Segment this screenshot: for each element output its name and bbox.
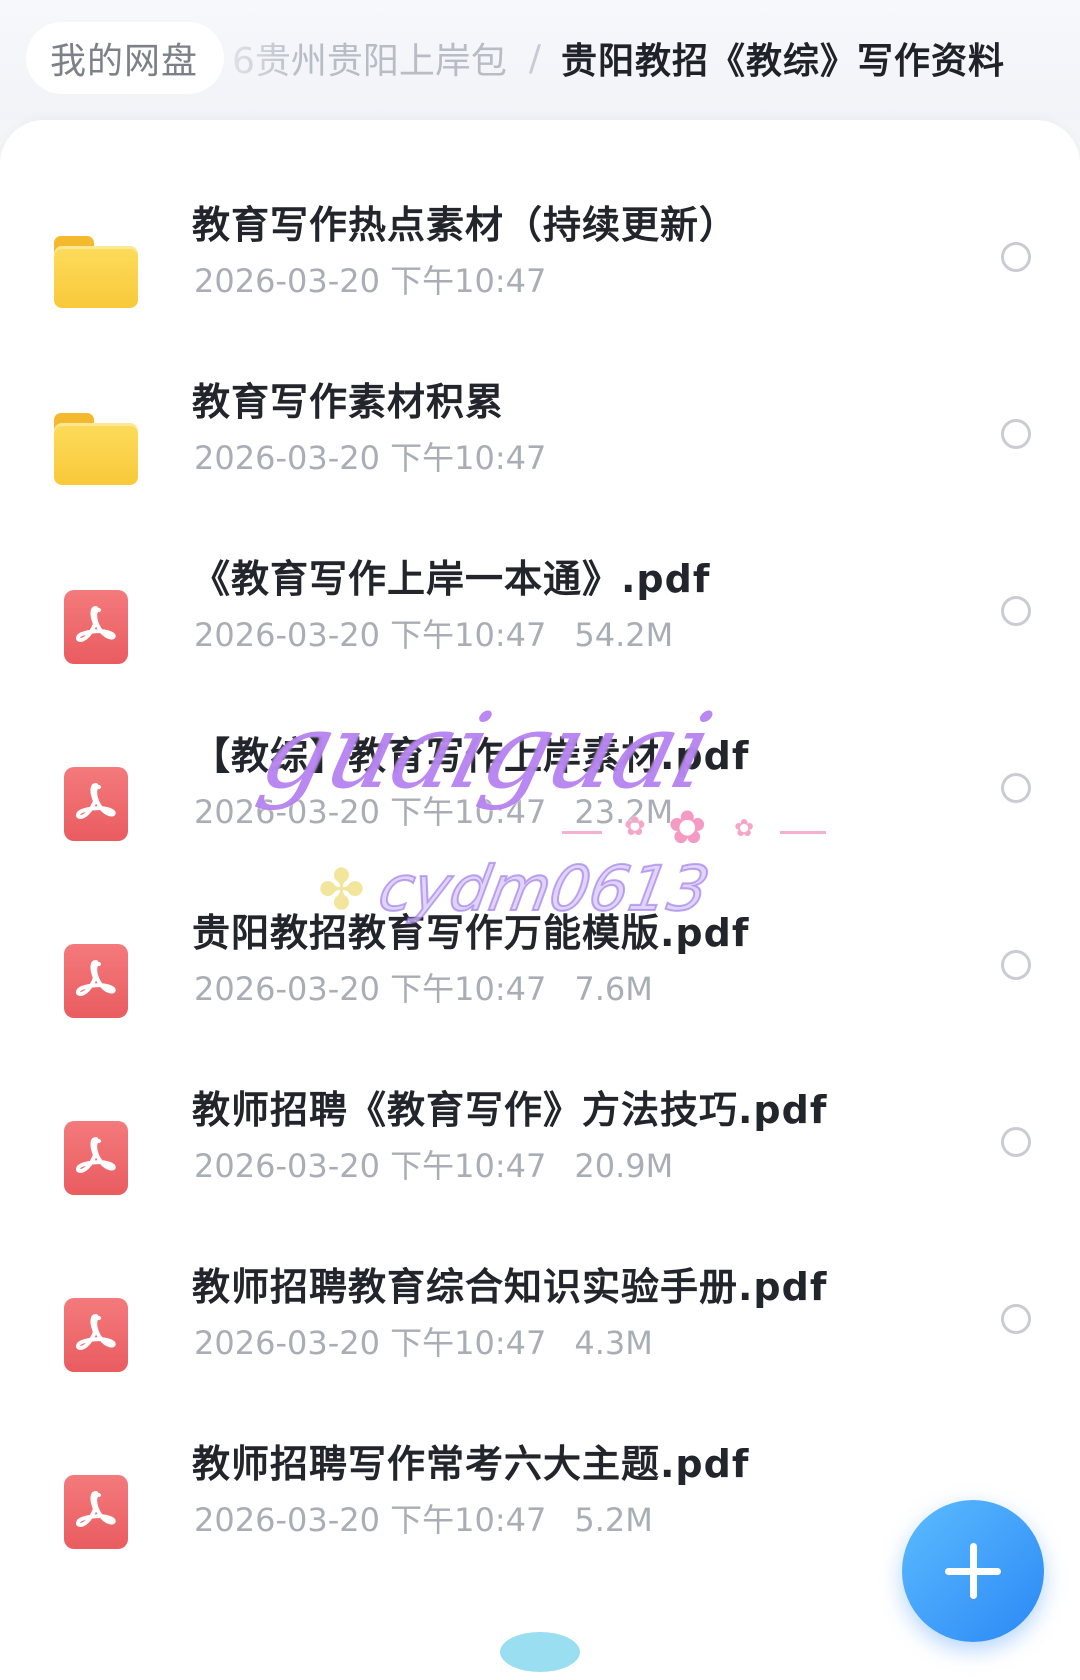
file-date: 2026-03-20 下午10:47	[194, 1501, 547, 1539]
flower-icon: ✿	[668, 800, 707, 854]
plus-icon	[969, 1543, 977, 1599]
file-name: 教育写作素材积累	[192, 380, 505, 424]
pdf-icon	[54, 584, 138, 668]
file-name: 教育写作热点素材（持续更新）	[192, 203, 739, 247]
file-date: 2026-03-20 下午10:47	[194, 1147, 547, 1185]
select-radio[interactable]	[1001, 950, 1031, 980]
flower-icon: ✿	[734, 814, 755, 842]
file-meta: 2026-03-20 下午10:47 54.2M	[194, 610, 673, 656]
select-radio[interactable]	[1001, 419, 1031, 449]
pdf-icon	[54, 1469, 138, 1553]
pdf-icon	[54, 1292, 138, 1376]
watermark-script: guaiguai	[249, 690, 722, 812]
bottom-tab-hint	[500, 1632, 580, 1672]
file-date: 2026-03-20 下午10:47	[194, 970, 547, 1008]
file-meta: 2026-03-20 下午10:47 4.3M	[194, 1318, 653, 1364]
watermark-handle: cydm0613	[373, 851, 716, 926]
file-name: 教师招聘《教育写作》方法技巧.pdf	[192, 1088, 828, 1132]
select-radio[interactable]	[1001, 1304, 1031, 1334]
file-name: 教师招聘教育综合知识实验手册.pdf	[192, 1265, 828, 1309]
breadcrumb: 我的网盘 6贵州贵阳上岸包 / 贵阳教招《教综》写作资料	[0, 0, 1080, 120]
file-row-folder[interactable]: 教育写作热点素材（持续更新） 2026-03-20 下午10:47	[0, 184, 1080, 372]
breadcrumb-separator: /	[528, 37, 542, 79]
file-meta: 2026-03-20 下午10:47 20.9M	[194, 1141, 673, 1187]
file-size: 7.6M	[574, 970, 653, 1008]
file-date: 2026-03-20 下午10:47	[194, 439, 547, 477]
file-date: 2026-03-20 下午10:47	[194, 262, 547, 300]
file-size: 20.9M	[574, 1147, 674, 1185]
clover-icon: ✤	[318, 858, 365, 923]
select-radio[interactable]	[1001, 242, 1031, 272]
folder-icon	[54, 407, 138, 491]
file-date: 2026-03-20 下午10:47	[194, 1324, 547, 1362]
file-date: 2026-03-20 下午10:47	[194, 616, 547, 654]
file-name: 《教育写作上岸一本通》.pdf	[192, 557, 711, 601]
file-row-pdf[interactable]: 教师招聘教育综合知识实验手册.pdf 2026-03-20 下午10:47 4.3…	[0, 1246, 1080, 1434]
select-radio[interactable]	[1001, 773, 1031, 803]
file-meta: 2026-03-20 下午10:47 5.2M	[194, 1495, 653, 1541]
file-meta: 2026-03-20 下午10:47	[194, 256, 546, 302]
flower-icon: ✿	[624, 812, 646, 842]
pdf-icon	[54, 1115, 138, 1199]
breadcrumb-root-my-drive[interactable]: 我的网盘	[26, 22, 225, 94]
breadcrumb-current-folder: 贵阳教招《教综》写作资料	[561, 41, 1006, 82]
file-row-folder[interactable]: 教育写作素材积累 2026-03-20 下午10:47	[0, 361, 1080, 549]
watermark-line	[780, 831, 826, 834]
breadcrumb-parent-folder[interactable]: 6贵州贵阳上岸包	[232, 32, 507, 84]
select-radio[interactable]	[1001, 596, 1031, 626]
file-size: 5.2M	[574, 1501, 653, 1539]
file-size: 4.3M	[574, 1324, 653, 1362]
file-meta: 2026-03-20 下午10:47 7.6M	[194, 964, 653, 1010]
breadcrumb-trail: 6贵州贵阳上岸包 / 贵阳教招《教综》写作资料	[232, 22, 1005, 94]
pdf-icon	[54, 761, 138, 845]
file-name: 教师招聘写作常考六大主题.pdf	[192, 1442, 750, 1486]
pdf-icon	[54, 938, 138, 1022]
file-meta: 2026-03-20 下午10:47	[194, 433, 546, 479]
file-row-pdf[interactable]: 教师招聘《教育写作》方法技巧.pdf 2026-03-20 下午10:47 20.…	[0, 1069, 1080, 1257]
watermark-line	[562, 831, 602, 834]
folder-icon	[54, 230, 138, 314]
select-radio[interactable]	[1001, 1127, 1031, 1157]
file-size: 54.2M	[574, 616, 674, 654]
add-button[interactable]	[902, 1500, 1044, 1642]
